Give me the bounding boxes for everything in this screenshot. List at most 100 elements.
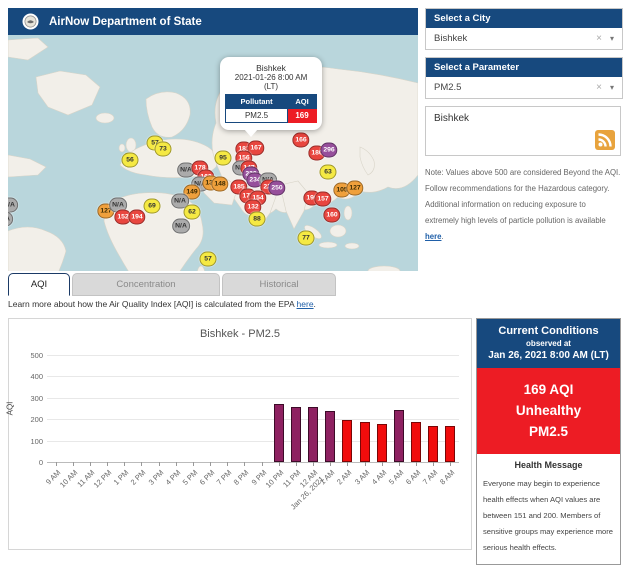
x-tick [227, 462, 228, 466]
popup-pollutant-value: PM2.5 [226, 109, 288, 123]
aqi-bar[interactable] [445, 426, 455, 462]
clear-icon[interactable]: × [596, 33, 602, 44]
x-tick [330, 462, 331, 466]
gridline [47, 398, 459, 399]
current-conditions-header: Current Conditions observed at Jan 26, 2… [477, 319, 620, 368]
aqi-bar[interactable] [342, 420, 352, 462]
x-tick [433, 462, 434, 466]
current-conditions-panel: Current Conditions observed at Jan 26, 2… [476, 318, 621, 565]
aqi-marker[interactable]: 250 [268, 181, 285, 196]
x-tick [90, 462, 91, 466]
x-tick [313, 462, 314, 466]
popup-table: Pollutant AQI PM2.5 169 [225, 94, 317, 123]
x-tick [347, 462, 348, 466]
aqi-marker[interactable]: 194 [128, 210, 145, 225]
world-map[interactable]: N/AN/A565773N/A178162N/A139148149127N/A1… [8, 35, 418, 271]
aqi-bar[interactable] [394, 410, 404, 462]
x-tick [210, 462, 211, 466]
popup-tail [244, 129, 258, 137]
gridline [47, 376, 459, 377]
aqi-marker[interactable]: 88 [249, 212, 266, 227]
popup-aqi-value: 169 [288, 109, 317, 123]
y-tick-label: 100 [17, 437, 43, 446]
x-tick [382, 462, 383, 466]
popup-timezone: (LT) [225, 82, 317, 91]
x-tick [244, 462, 245, 466]
x-tick [450, 462, 451, 466]
x-tick [279, 462, 280, 466]
aqi-marker[interactable]: 157 [314, 192, 331, 207]
note-here-link[interactable]: here [425, 232, 441, 241]
aqi-marker[interactable]: 56 [122, 153, 139, 168]
current-conditions-title: Current Conditions [479, 325, 618, 337]
x-tick [141, 462, 142, 466]
aqi-marker[interactable]: 57 [200, 252, 217, 267]
y-tick-label: 200 [17, 415, 43, 424]
aqi-marker[interactable]: 127 [346, 181, 363, 196]
aqi-bar[interactable] [291, 407, 301, 462]
aqi-marker[interactable]: 160 [323, 208, 340, 223]
y-tick-label: 0 [17, 458, 43, 467]
aqi-bar[interactable] [360, 422, 370, 462]
aqi-bar[interactable] [325, 411, 335, 462]
aqi-marker[interactable]: 148 [211, 177, 228, 192]
aqi-marker[interactable]: 296 [320, 143, 337, 158]
rss-icon[interactable] [595, 130, 615, 150]
health-message-section: Health Message Everyone may begin to exp… [477, 454, 620, 564]
aqi-marker[interactable]: 77 [298, 231, 315, 246]
popup-city: Bishkek [225, 63, 317, 73]
rss-feed-box: Bishkek [425, 106, 621, 156]
x-tick [124, 462, 125, 466]
aqi-bar-chart: Bishkek - PM2.5 AQI 01002003004005009 AM… [8, 318, 472, 550]
aqi-bar[interactable] [274, 404, 284, 462]
y-tick-label: 400 [17, 372, 43, 381]
observed-at-datetime: Jan 26, 2021 8:00 AM (LT) [479, 350, 618, 361]
parameter-select[interactable]: PM2.5 × ▾ [426, 77, 622, 98]
x-tick [193, 462, 194, 466]
aqi-marker[interactable]: 166 [292, 133, 309, 148]
learn-more-before: Learn more about how the Air Quality Ind… [8, 299, 297, 309]
epa-here-link[interactable]: here [297, 299, 314, 309]
note-text-end: . [441, 232, 443, 241]
observed-at-label: observed at [479, 339, 618, 348]
aqi-marker[interactable]: N/A [172, 219, 190, 234]
learn-more-text: Learn more about how the Air Quality Ind… [8, 299, 316, 309]
city-select[interactable]: Bishkek × ▾ [426, 28, 622, 49]
parameter-select-value: PM2.5 [434, 82, 596, 93]
aqi-marker[interactable]: 73 [155, 142, 172, 157]
aqi-marker[interactable]: 69 [144, 199, 161, 214]
gridline [47, 355, 459, 356]
gridline [47, 462, 459, 463]
view-tabs: AQIConcentrationHistorical [8, 273, 338, 295]
x-tick [296, 462, 297, 466]
aqi-bar[interactable] [377, 424, 387, 462]
parameter-select-label: Select a Parameter [426, 58, 622, 77]
chevron-down-icon[interactable]: ▾ [610, 34, 614, 43]
x-tick [56, 462, 57, 466]
map-tiles [8, 35, 418, 271]
city-select-label: Select a City [426, 9, 622, 28]
aqi-marker[interactable]: 95 [215, 151, 232, 166]
feed-city-label: Bishkek [426, 107, 620, 124]
dos-seal-icon [22, 13, 39, 30]
chevron-down-icon[interactable]: ▾ [610, 83, 614, 92]
aqi-bar[interactable] [308, 407, 318, 462]
x-tick [159, 462, 160, 466]
aqi-value: 169 AQI [479, 379, 618, 400]
city-select-panel: Select a City Bishkek × ▾ [425, 8, 623, 50]
clear-icon[interactable]: × [596, 82, 602, 93]
tab-concentration[interactable]: Concentration [72, 273, 220, 296]
aqi-marker[interactable]: 62 [184, 205, 201, 220]
y-tick-label: 300 [17, 394, 43, 403]
aqi-marker[interactable]: 63 [320, 165, 337, 180]
aqi-status-badge: 169 AQI Unhealthy PM2.5 [477, 368, 620, 454]
x-tick [365, 462, 366, 466]
city-select-value: Bishkek [434, 33, 596, 44]
tab-aqi[interactable]: AQI [8, 273, 70, 296]
tab-historical[interactable]: Historical [222, 273, 336, 296]
aqi-pollutant: PM2.5 [479, 421, 618, 442]
x-tick [416, 462, 417, 466]
aqi-bar[interactable] [428, 426, 438, 462]
app-header: AirNow Department of State [8, 8, 418, 35]
aqi-bar[interactable] [411, 422, 421, 462]
